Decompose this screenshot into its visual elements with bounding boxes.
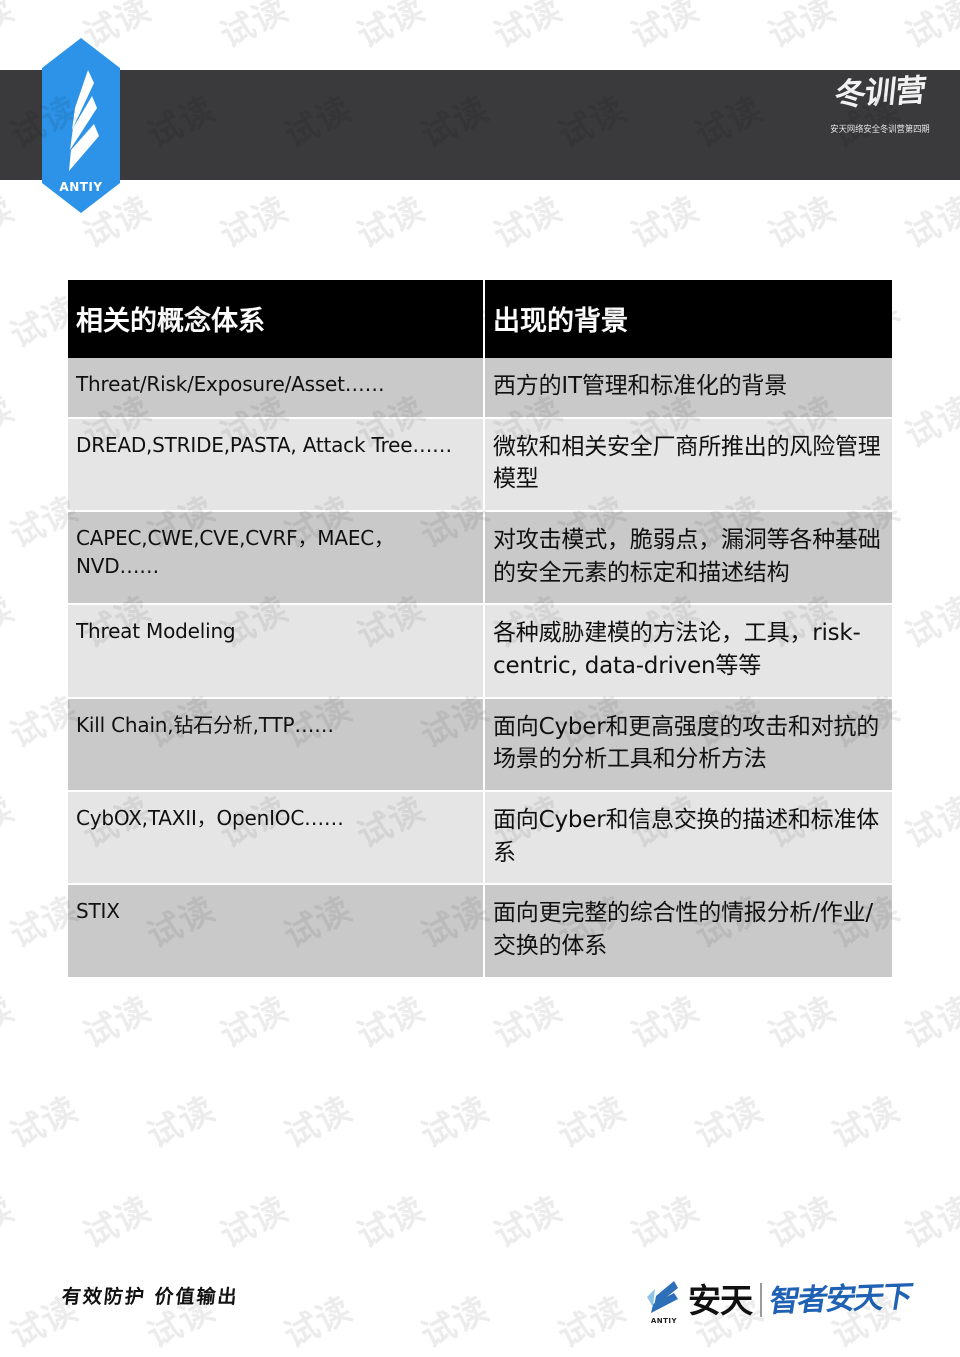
table-row: Kill Chain,钻石分析,TTP…… 面向Cyber和更高强度的攻击和对抗的…	[68, 697, 892, 792]
cell-term: CAPEC,CWE,CVE,CVRF，MAEC，NVD……	[68, 510, 485, 606]
cell-term: Kill Chain,钻石分析,TTP……	[68, 697, 485, 792]
footer-logo-divider	[760, 1283, 762, 1317]
footer-tagline: 有效防护 价值输出	[60, 1286, 240, 1308]
watermark-text: 试读	[3, 1089, 85, 1157]
watermark-text: 试读	[825, 1089, 907, 1157]
watermark-text: 试读	[414, 1089, 496, 1157]
watermark-text: 试读	[551, 1089, 633, 1157]
cell-term: Threat Modeling	[68, 604, 485, 699]
watermark-text: 试读	[898, 789, 960, 857]
cell-term: DREAD,STRIDE,PASTA, Attack Tree……	[68, 417, 485, 512]
watermark-text: 试读	[213, 0, 295, 57]
watermark-text: 试读	[213, 1189, 295, 1257]
watermark-text: 试读	[898, 989, 960, 1057]
watermark-row: 试读试读试读试读试读试读试读试读	[0, 980, 960, 1056]
antiy-logo: ANTIY	[42, 38, 120, 213]
table-row: Threat Modeling 各种威胁建模的方法论，工具，risk-centri…	[68, 604, 892, 699]
watermark-text: 试读	[277, 1289, 359, 1357]
watermark-text: 试读	[414, 1289, 496, 1357]
cell-context: 面向更完整的综合性的情报分析/作业/交换的体系	[484, 884, 892, 979]
watermark-text: 试读	[0, 1189, 21, 1257]
watermark-text: 试读	[761, 0, 843, 57]
course-mark: 冬训营 安天网络安全冬训营第四期	[810, 73, 950, 176]
antiy-logo-icon: ANTIY	[42, 38, 120, 213]
watermark-text: 试读	[487, 0, 569, 57]
table-header-row: 相关的概念体系 出现的背景	[68, 280, 892, 358]
cell-term: STIX	[68, 884, 485, 979]
table-body: Threat/Risk/Exposure/Asset…… 西方的IT管理和标准化的…	[68, 358, 892, 979]
cell-context: 面向Cyber和信息交换的描述和标准体系	[484, 790, 892, 886]
watermark-text: 试读	[487, 1189, 569, 1257]
cell-context: 西方的IT管理和标准化的背景	[484, 358, 892, 419]
antiy-wing-icon	[647, 1281, 678, 1313]
watermark-text: 试读	[350, 0, 432, 57]
watermark-text: 试读	[688, 1089, 770, 1157]
course-mark-subtitle: 安天网络安全冬训营第四期	[830, 124, 930, 135]
watermark-text: 试读	[350, 1189, 432, 1257]
table-row: CAPEC,CWE,CVE,CVRF，MAEC，NVD…… 对攻击模式，脆弱点，漏…	[68, 510, 892, 606]
footer-logo-slogan: 智者安天下	[766, 1279, 914, 1320]
watermark-row: 试读试读试读试读试读试读试读试读	[0, 180, 960, 256]
cell-context: 微软和相关安全厂商所推出的风险管理模型	[484, 417, 892, 512]
table-row: CybOX,TAXII，OpenIOC…… 面向Cyber和信息交换的描述和标准体…	[68, 790, 892, 886]
watermark-text: 试读	[277, 1089, 359, 1157]
cell-term: Threat/Risk/Exposure/Asset……	[68, 358, 485, 419]
course-mark-calligraphy: 冬训营	[832, 72, 928, 114]
concept-table: 相关的概念体系 出现的背景 Threat/Risk/Exposure/Asset…	[68, 280, 892, 979]
watermark-text: 试读	[140, 1089, 222, 1157]
table-row: STIX 面向更完整的综合性的情报分析/作业/交换的体系	[68, 884, 892, 979]
slide-canvas: ANTIY 冬训营 安天网络安全冬训营第四期 相关的概念体系 出现的背景 Thr…	[0, 0, 960, 1357]
table-row: DREAD,STRIDE,PASTA, Attack Tree…… 微软和相关安全…	[68, 417, 892, 512]
footer-logo-cn: 安天	[688, 1280, 753, 1320]
watermark-text: 试读	[624, 1189, 706, 1257]
watermark-text: 试读	[898, 1189, 960, 1257]
watermark-text: 试读	[898, 589, 960, 657]
watermark-text: 试读	[898, 389, 960, 457]
watermark-row: 试读试读试读试读试读试读试读试读	[0, 0, 960, 57]
cell-context: 各种威胁建模的方法论，工具，risk-centric, data-driven等…	[484, 604, 892, 699]
footer-logo-icon: ANTIY	[644, 1277, 684, 1325]
column-header-term: 相关的概念体系	[68, 280, 485, 358]
cell-context: 对攻击模式，脆弱点，漏洞等各种基础的安全元素的标定和描述结构	[484, 510, 892, 606]
watermark-text: 试读	[761, 1189, 843, 1257]
column-header-context: 出现的背景	[484, 280, 892, 358]
cell-context: 面向Cyber和更高强度的攻击和对抗的场景的分析工具和分析方法	[484, 697, 892, 792]
footer-logo: ANTIY 安天 智者安天下	[644, 1271, 914, 1329]
watermark-row: 试读试读试读试读试读试读试读试读	[4, 1080, 960, 1156]
table-row: Threat/Risk/Exposure/Asset…… 西方的IT管理和标准化的…	[68, 358, 892, 419]
watermark-text: 试读	[624, 0, 706, 57]
watermark-row: 试读试读试读试读试读试读试读试读	[0, 1180, 960, 1256]
watermark-text: 试读	[898, 0, 960, 57]
footer-logo-wordmark: ANTIY	[650, 1317, 678, 1325]
svg-text:ANTIY: ANTIY	[59, 180, 102, 194]
watermark-text: 试读	[76, 1189, 158, 1257]
cell-term: CybOX,TAXII，OpenIOC……	[68, 790, 485, 886]
